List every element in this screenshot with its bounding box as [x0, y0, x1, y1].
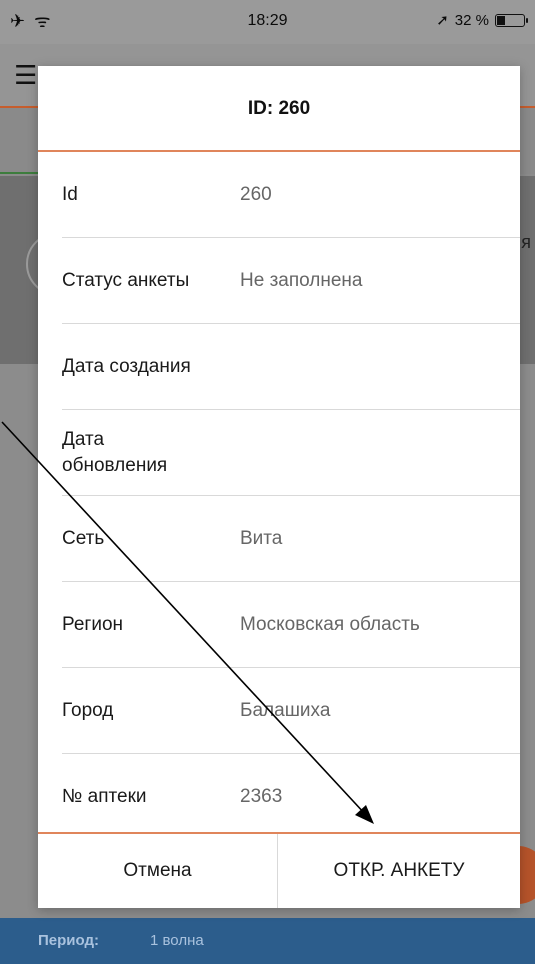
- battery-percent: 32 %: [454, 11, 489, 29]
- period-bar: Период: 1 волна: [0, 918, 535, 964]
- status-right: ➚ 32 %: [436, 11, 528, 29]
- cancel-button[interactable]: Отмена: [38, 834, 278, 908]
- details-list: Id 260 Статус анкеты Не заполнена Дата с…: [38, 152, 520, 832]
- period-value: 1 волна: [150, 932, 204, 949]
- menu-icon[interactable]: ☰: [14, 62, 37, 88]
- row-network: Сеть Вита: [62, 496, 520, 582]
- location-arrow-icon: ➚: [436, 12, 449, 29]
- open-survey-button[interactable]: ОТКР. АНКЕТУ: [278, 834, 520, 908]
- row-region: Регион Московская область: [62, 582, 520, 668]
- battery-icon: [495, 13, 528, 27]
- row-label: Дата обновления: [62, 429, 168, 476]
- tab-indicator: [0, 172, 40, 174]
- row-value: Балашиха: [240, 700, 331, 721]
- dialog-title: ID: 260: [247, 98, 311, 119]
- period-label: Период:: [38, 932, 99, 949]
- row-created: Дата создания: [62, 324, 520, 410]
- row-value: Вита: [240, 528, 283, 549]
- row-label: Статус анкеты: [62, 270, 190, 292]
- details-dialog: ID: 260 Id 260 Статус анкеты Не заполнен…: [38, 66, 520, 908]
- row-value: 2363: [240, 786, 283, 807]
- row-label: Сеть: [62, 528, 105, 550]
- row-pharmacy: № аптеки 2363: [62, 754, 520, 840]
- row-value: 260: [240, 184, 272, 205]
- row-value: Не заполнена: [240, 270, 363, 291]
- row-city: Город Балашиха: [62, 668, 520, 754]
- row-label: Дата создания: [62, 356, 191, 378]
- status-bar: ✈ ᯤ 18:29 ➚ 32 %: [0, 0, 535, 44]
- row-value: Московская область: [240, 614, 420, 635]
- background-text-fragment: я: [521, 232, 531, 252]
- row-label: Регион: [62, 614, 124, 636]
- row-label: Город: [62, 700, 114, 722]
- row-label: № аптеки: [62, 786, 147, 808]
- row-updated: Дата обновления: [62, 410, 520, 496]
- row-status: Статус анкеты Не заполнена: [62, 238, 520, 324]
- row-id: Id 260: [62, 152, 520, 238]
- row-label: Id: [62, 184, 78, 206]
